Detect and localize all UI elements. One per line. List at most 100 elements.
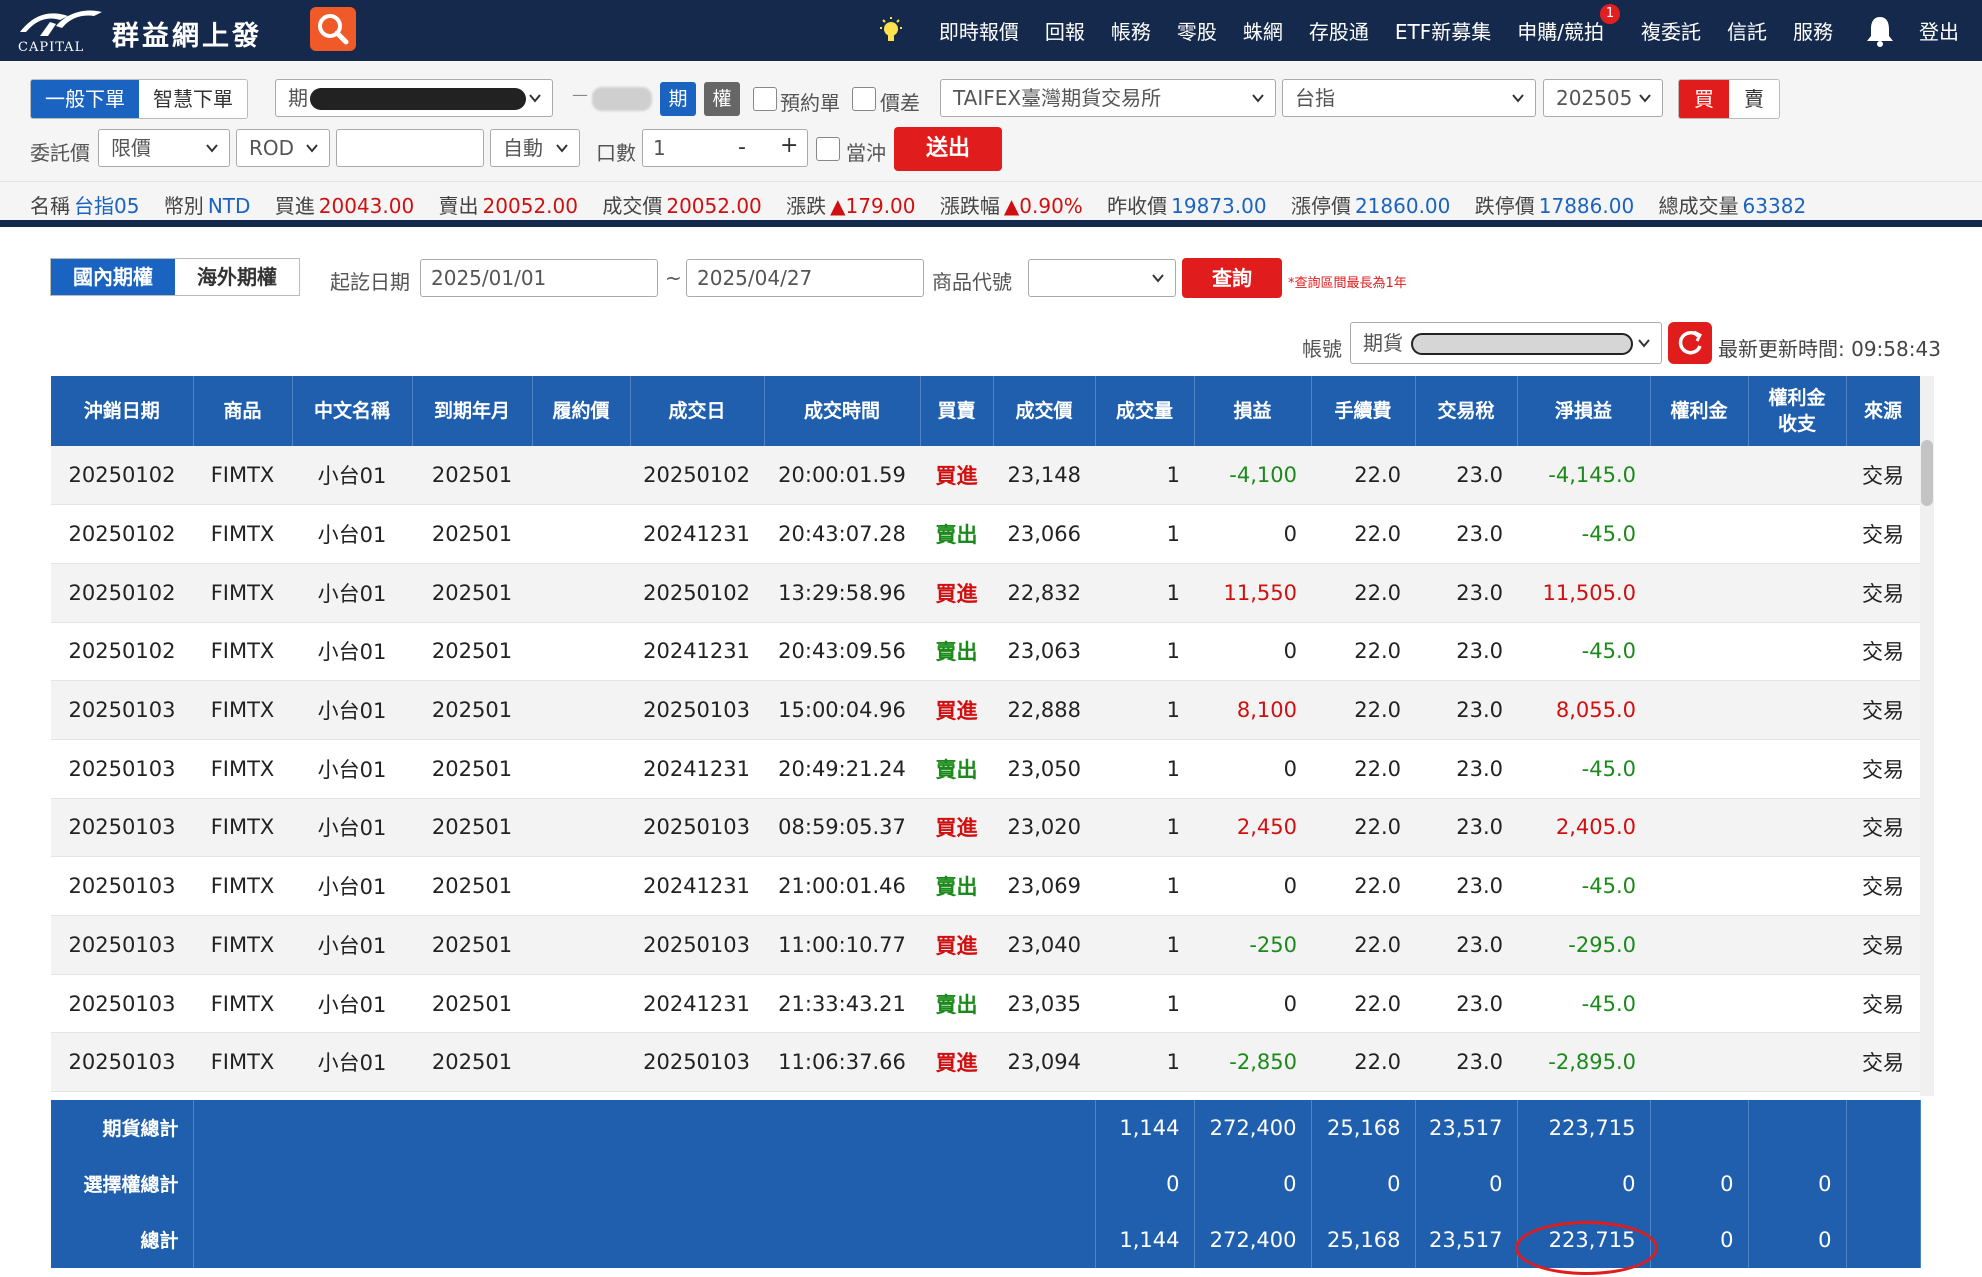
cell-settle-date: 20250102: [51, 504, 193, 564]
price-type-value: 限價: [111, 136, 151, 160]
nav-stock-saving[interactable]: 存股通: [1309, 16, 1369, 45]
product-code-select[interactable]: [1028, 259, 1176, 297]
table-row[interactable]: 20250102 FIMTX 小台01 202501 20241231 20:43:07.…: [51, 504, 1920, 564]
table-row[interactable]: 20250103 FIMTX 小台01 202501 20241231 21:00:01.…: [51, 856, 1920, 916]
col-settle-date[interactable]: 沖銷日期: [51, 376, 194, 446]
nav-spider[interactable]: 蛛網: [1243, 16, 1283, 45]
logout-link[interactable]: 登出: [1919, 16, 1959, 45]
nav-odd-lot[interactable]: 零股: [1177, 16, 1217, 45]
query-account-select[interactable]: 期貨: [1350, 322, 1662, 364]
col-fee[interactable]: 手續費: [1311, 376, 1416, 446]
capital-logo[interactable]: CAPITAL: [16, 6, 106, 55]
col-symbol[interactable]: 商品: [193, 376, 293, 446]
col-source[interactable]: 來源: [1846, 376, 1921, 446]
col-trade-time[interactable]: 成交時間: [764, 376, 921, 446]
bell-icon[interactable]: [1864, 14, 1896, 48]
date-from-input[interactable]: 2025/01/01: [420, 259, 658, 297]
refresh-button[interactable]: [1668, 322, 1712, 364]
options-type-button[interactable]: 權: [704, 82, 740, 116]
col-premium[interactable]: 權利金: [1650, 376, 1749, 446]
nav-etf[interactable]: ETF新募集: [1395, 16, 1491, 45]
cell-price: 23,094: [993, 1032, 1095, 1093]
buy-button[interactable]: 買: [1679, 80, 1729, 118]
spacer-cell: [51, 1091, 1920, 1100]
col-qty[interactable]: 成交量: [1095, 376, 1195, 446]
cell-tax: 23.0: [1415, 622, 1517, 682]
nav-trust[interactable]: 信託: [1727, 16, 1767, 45]
table-row[interactable]: 20250103 FIMTX 小台01 202501 20250103 11:06:37.…: [51, 1032, 1920, 1093]
spread-label: 價差: [880, 91, 920, 115]
condition-select[interactable]: ROD: [236, 129, 330, 167]
col-premium-flow[interactable]: 權利金收支: [1748, 376, 1847, 446]
qty-minus-button[interactable]: -: [738, 135, 746, 160]
table-row[interactable]: 20250103 FIMTX 小台01 202501 20241231 20:49:21.…: [51, 739, 1920, 799]
spread-checkbox[interactable]: [852, 87, 876, 111]
cell-tax: 23.0: [1415, 680, 1517, 740]
cell-source: 交易: [1846, 504, 1920, 564]
cell-source: 交易: [1846, 1032, 1920, 1093]
col-trade-date[interactable]: 成交日: [630, 376, 765, 446]
cell-qty: 1: [1095, 1032, 1194, 1093]
table-row[interactable]: 20250102 FIMTX 小台01 202501 20250102 20:00:01.…: [51, 446, 1920, 506]
product-code-label: 商品代號: [932, 270, 1012, 294]
tab-foreign[interactable]: 海外期權: [175, 259, 299, 295]
table-row[interactable]: 20250103 FIMTX 小台01 202501 20250103 11:00:10.…: [51, 915, 1920, 975]
table-row[interactable]: 20250103 FIMTX 小台01 202501 20250103 15:00:04.…: [51, 680, 1920, 740]
col-expiry[interactable]: 到期年月: [412, 376, 533, 446]
tab-normal-order[interactable]: 一般下單: [31, 80, 139, 118]
price-type-select[interactable]: 限價: [98, 129, 230, 167]
totals-tax: 0: [1415, 1155, 1518, 1212]
nav-service[interactable]: 服務: [1793, 16, 1833, 45]
date-separator: ~: [665, 266, 682, 290]
col-tax[interactable]: 交易稅: [1415, 376, 1518, 446]
col-pnl[interactable]: 損益: [1194, 376, 1312, 446]
exchange-select[interactable]: TAIFEX臺灣期貨交易所: [940, 79, 1276, 117]
sell-button[interactable]: 賣: [1729, 80, 1779, 118]
search-button[interactable]: [310, 7, 356, 51]
scrollbar-thumb[interactable]: [1921, 440, 1933, 506]
totals-label: 總計: [51, 1211, 194, 1268]
col-strike[interactable]: 履約價: [532, 376, 631, 446]
cell-net-pnl: -45.0: [1517, 504, 1650, 564]
totals-premium: [1650, 1099, 1749, 1156]
table-row[interactable]: 20250103 FIMTX 小台01 202501 20250103 08:59:05.…: [51, 798, 1920, 858]
cell-premium: [1650, 563, 1748, 623]
nav-reports[interactable]: 回報: [1045, 16, 1085, 45]
table-row[interactable]: 20250102 FIMTX 小台01 202501 20241231 20:43:09.…: [51, 622, 1920, 682]
cell-expiry: 202501: [412, 1032, 532, 1093]
search-query-button[interactable]: 查詢: [1182, 258, 1282, 298]
col-net-pnl[interactable]: 淨損益: [1517, 376, 1651, 446]
daytrade-checkbox[interactable]: [816, 137, 840, 161]
col-price[interactable]: 成交價: [993, 376, 1096, 446]
date-to-input[interactable]: 2025/04/27: [686, 259, 924, 297]
table-row[interactable]: 20250102 FIMTX 小台01 202501 20250102 13:29:58.…: [51, 563, 1920, 623]
tab-domestic[interactable]: 國內期權: [51, 259, 175, 295]
qty-plus-button[interactable]: +: [780, 133, 798, 158]
auto-select[interactable]: 自動: [490, 129, 580, 167]
col-chinese-name[interactable]: 中文名稱: [292, 376, 413, 446]
account-select[interactable]: 期: [275, 79, 553, 117]
reserve-checkbox[interactable]: [753, 87, 777, 111]
col-side[interactable]: 買賣: [920, 376, 994, 446]
price-input[interactable]: [336, 129, 484, 167]
quote-change-pct-label: 漲跌幅: [939, 194, 1000, 218]
nav-subscribe[interactable]: 申購/競拍 1: [1517, 4, 1620, 45]
nav-sub-brokerage[interactable]: 複委託: [1641, 16, 1701, 45]
submit-order-button[interactable]: 送出: [894, 127, 1002, 171]
cell-price: 23,066: [993, 504, 1095, 564]
quote-name: 台指05: [74, 194, 140, 218]
nav-accounts[interactable]: 帳務: [1111, 16, 1151, 45]
table-row[interactable]: 20250103 FIMTX 小台01 202501 20241231 21:33:43.…: [51, 974, 1920, 1034]
lightbulb-icon[interactable]: [878, 16, 904, 46]
cell-tax: 23.0: [1415, 915, 1517, 975]
cell-strike: [532, 504, 630, 564]
cell-fee: 22.0: [1311, 1032, 1415, 1093]
futures-type-button[interactable]: 期: [660, 82, 696, 116]
date-range-label: 起訖日期: [330, 270, 410, 294]
tab-smart-order[interactable]: 智慧下單: [139, 80, 247, 118]
month-select[interactable]: 202505: [1543, 79, 1663, 117]
cell-premium: [1650, 680, 1748, 740]
redacted-account: [310, 88, 526, 110]
nav-quotes[interactable]: 即時報價: [939, 16, 1019, 45]
product-select[interactable]: 台指: [1282, 79, 1536, 117]
